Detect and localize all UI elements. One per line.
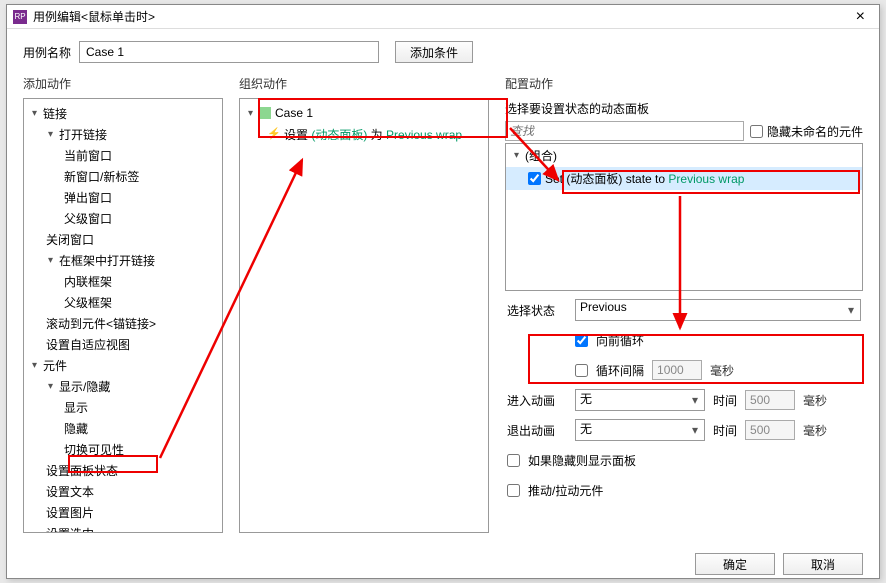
tree-show[interactable]: 显示	[24, 397, 222, 418]
header-row: 用例名称 添加条件	[7, 29, 879, 75]
wrap-forward-checkbox[interactable]	[575, 334, 588, 347]
chevron-down-icon	[30, 361, 39, 370]
action-row[interactable]: 设置 (动态面板) 为 Previous wrap	[240, 123, 488, 146]
anim-out-time	[745, 420, 795, 440]
tree-links[interactable]: 链接	[24, 103, 222, 124]
add-action-label: 添加动作	[23, 75, 223, 92]
bolt-icon	[268, 129, 280, 141]
select-state-label: 选择状态	[507, 302, 567, 319]
case-icon	[259, 107, 271, 119]
show-if-hidden-checkbox[interactable]	[507, 454, 520, 467]
hide-unnamed[interactable]: 隐藏未命名的元件	[750, 123, 863, 140]
organize-action-panel: 组织动作 Case 1 设置 (动态面板) 为 Previous wrap	[239, 75, 489, 533]
tree-open-frame[interactable]: 在框架中打开链接	[24, 250, 222, 271]
show-if-hidden-row: 如果隐藏则显示面板	[507, 449, 861, 471]
anim-out-select[interactable]: 无	[575, 419, 705, 441]
search-input[interactable]	[505, 121, 744, 141]
tree-current-window[interactable]: 当前窗口	[24, 145, 222, 166]
titlebar: RP 用例编辑<鼠标单击时> ×	[7, 5, 879, 29]
loop-ms-input	[652, 360, 702, 380]
wrap-forward-row: 向前循环	[507, 329, 861, 351]
loop-interval-row: 循环间隔 毫秒	[507, 359, 861, 381]
configure-action-panel: 配置动作 选择要设置状态的动态面板 隐藏未命名的元件 (组合) Set (动态面…	[505, 75, 863, 533]
chevron-down-icon	[512, 151, 521, 160]
case-name-input[interactable]	[79, 41, 379, 63]
tree-close-window[interactable]: 关闭窗口	[24, 229, 222, 250]
tree-widgets[interactable]: 元件	[24, 355, 222, 376]
case-name: Case 1	[275, 106, 313, 120]
anim-out-row: 退出动画 无 时间 毫秒	[507, 419, 861, 441]
close-icon[interactable]: ×	[848, 8, 873, 26]
ok-button[interactable]: 确定	[695, 553, 775, 575]
tree-hide[interactable]: 隐藏	[24, 418, 222, 439]
select-panel-label: 选择要设置状态的动态面板	[505, 100, 863, 117]
push-pull-checkbox[interactable]	[507, 484, 520, 497]
add-action-panel: 添加动作 链接 打开链接 当前窗口 新窗口/新标签 弹出窗口 父级窗口 关闭窗口…	[23, 75, 223, 533]
chevron-down-icon	[46, 130, 55, 139]
cancel-button[interactable]: 取消	[783, 553, 863, 575]
chevron-down-icon	[46, 382, 55, 391]
panel-group[interactable]: (组合)	[506, 144, 862, 167]
hide-unnamed-checkbox[interactable]	[750, 125, 763, 138]
case-tree[interactable]: Case 1 设置 (动态面板) 为 Previous wrap	[239, 98, 489, 533]
tree-adaptive[interactable]: 设置自适应视图	[24, 334, 222, 355]
tree-toggle[interactable]: 切换可见性	[24, 439, 222, 460]
loop-checkbox[interactable]	[575, 364, 588, 377]
case-row[interactable]: Case 1	[240, 103, 488, 123]
dialog-title: 用例编辑<鼠标单击时>	[33, 8, 155, 25]
tree-new-window[interactable]: 新窗口/新标签	[24, 166, 222, 187]
push-pull-row: 推动/拉动元件	[507, 479, 861, 501]
tree-scroll-anchor[interactable]: 滚动到元件<锚链接>	[24, 313, 222, 334]
dialog-buttons: 确定 取消	[7, 545, 879, 575]
panel-checkbox[interactable]	[528, 172, 541, 185]
action-tree[interactable]: 链接 打开链接 当前窗口 新窗口/新标签 弹出窗口 父级窗口 关闭窗口 在框架中…	[23, 98, 223, 533]
tree-set-text[interactable]: 设置文本	[24, 481, 222, 502]
tree-set-selected[interactable]: 设置选中	[24, 523, 222, 533]
chevron-down-icon	[246, 109, 255, 118]
tree-set-image[interactable]: 设置图片	[24, 502, 222, 523]
action-text: 设置 (动态面板) 为 Previous wrap	[284, 126, 462, 143]
configure-action-label: 配置动作	[505, 75, 863, 92]
panel-tree[interactable]: (组合) Set (动态面板) state to Previous wrap	[505, 143, 863, 291]
state-select[interactable]: Previous	[575, 299, 861, 321]
tree-show-hide[interactable]: 显示/隐藏	[24, 376, 222, 397]
anim-in-row: 进入动画 无 时间 毫秒	[507, 389, 861, 411]
tree-set-panel-state[interactable]: 设置面板状态	[24, 460, 222, 481]
tree-parent-frame[interactable]: 父级框架	[24, 292, 222, 313]
tree-popup[interactable]: 弹出窗口	[24, 187, 222, 208]
tree-open-link[interactable]: 打开链接	[24, 124, 222, 145]
organize-action-label: 组织动作	[239, 75, 489, 92]
panel-set-text: Set (动态面板) state to Previous wrap	[545, 170, 744, 187]
anim-in-time	[745, 390, 795, 410]
config-options: 选择状态 Previous 向前循环 循环间隔 毫秒 进入动画 无 时间	[505, 299, 863, 501]
chevron-down-icon	[30, 109, 39, 118]
app-icon: RP	[13, 10, 27, 24]
anim-in-select[interactable]: 无	[575, 389, 705, 411]
tree-parent-window[interactable]: 父级窗口	[24, 208, 222, 229]
case-name-label: 用例名称	[23, 44, 71, 61]
add-condition-button[interactable]: 添加条件	[395, 41, 473, 63]
select-state-row: 选择状态 Previous	[507, 299, 861, 321]
case-editor-dialog: RP 用例编辑<鼠标单击时> × 用例名称 添加条件 添加动作 链接 打开链接 …	[6, 4, 880, 579]
tree-inline-frame[interactable]: 内联框架	[24, 271, 222, 292]
chevron-down-icon	[46, 256, 55, 265]
panel-set-row[interactable]: Set (动态面板) state to Previous wrap	[506, 167, 862, 190]
